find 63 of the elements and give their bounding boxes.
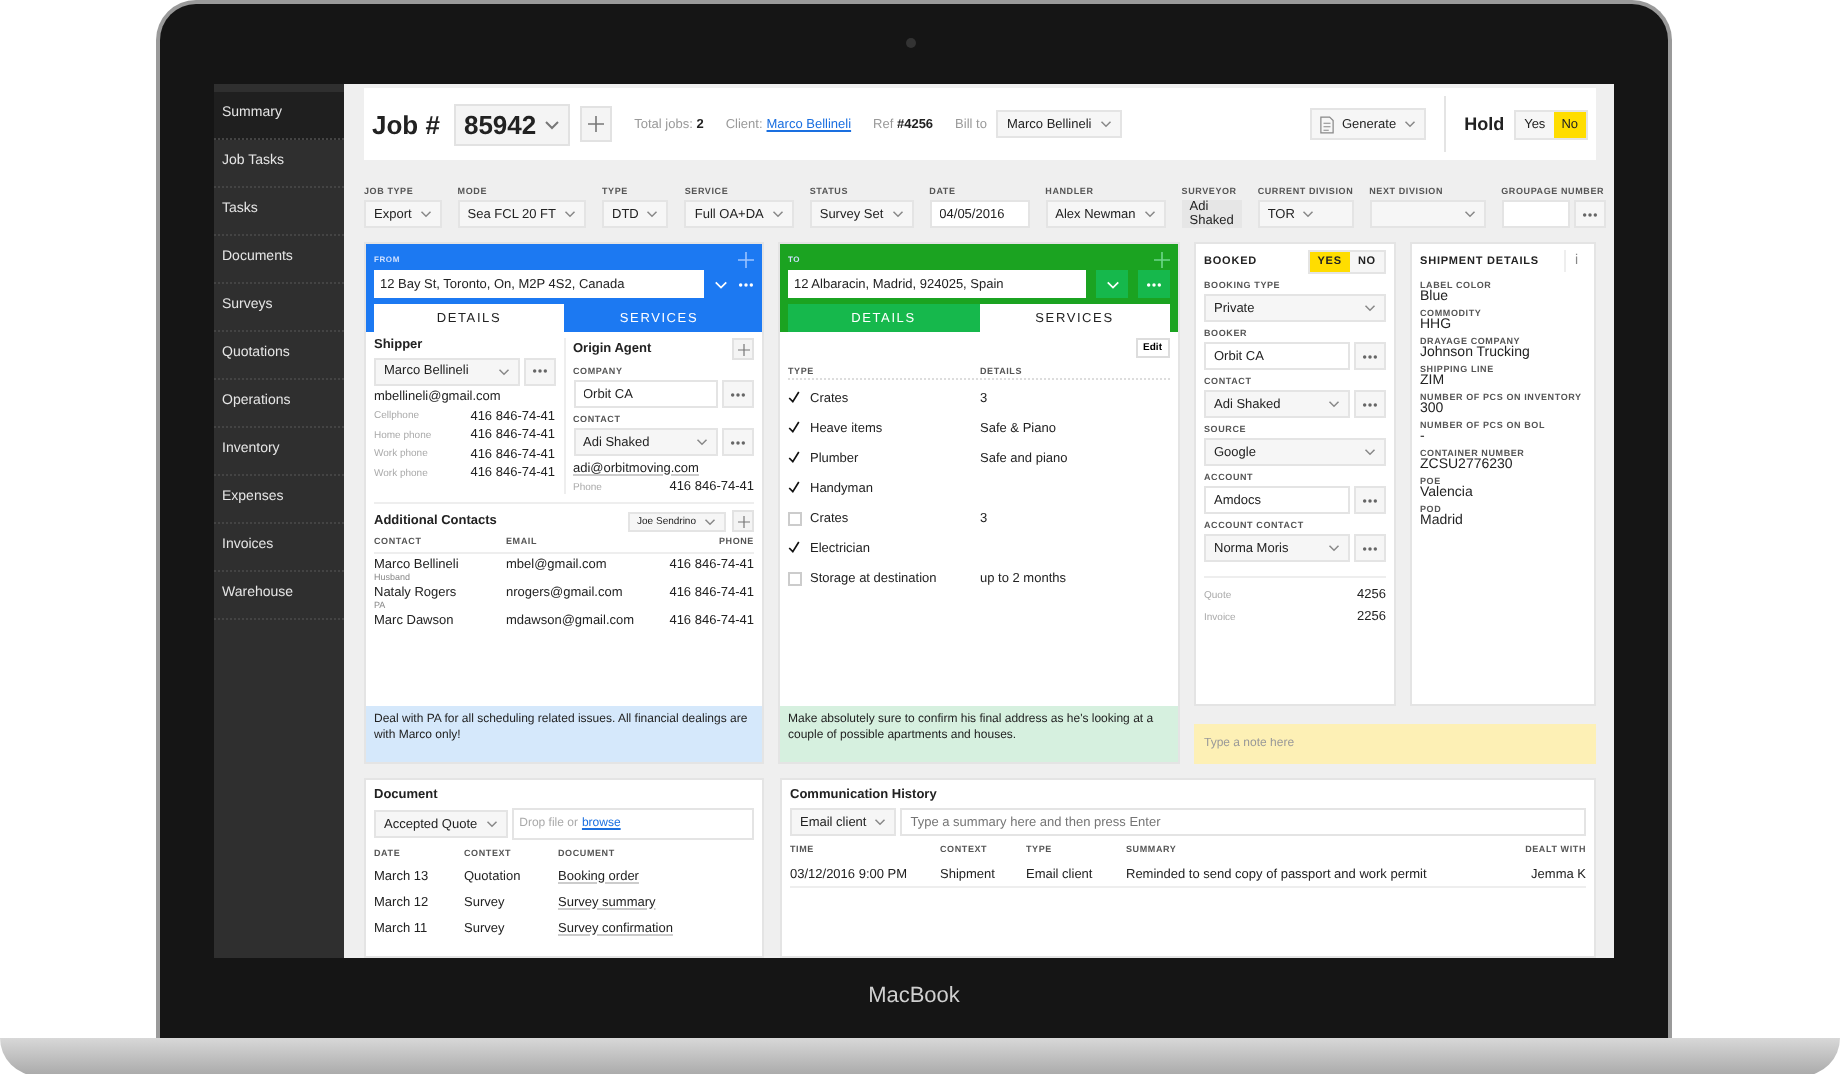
- hold-label: Hold: [1464, 114, 1505, 134]
- caret-icon: [1463, 210, 1476, 218]
- more-button[interactable]: [722, 380, 754, 408]
- more-icon: [1362, 497, 1378, 503]
- caret-icon: [1302, 210, 1315, 218]
- checkbox[interactable]: [788, 391, 802, 405]
- dropdown-button[interactable]: [1096, 270, 1128, 298]
- device-label: MacBook: [868, 984, 960, 1008]
- camera-icon: [906, 38, 916, 48]
- plus-icon: [588, 116, 605, 132]
- more-button[interactable]: [1573, 200, 1606, 228]
- checkbox[interactable]: [788, 451, 802, 465]
- more-icon: [1362, 545, 1378, 551]
- more-button[interactable]: [523, 357, 555, 385]
- caret-icon: [485, 820, 498, 828]
- more-icon: [1362, 353, 1378, 359]
- more-icon: [730, 391, 746, 397]
- caret-icon: [704, 517, 716, 525]
- caret-icon: [1328, 544, 1340, 552]
- caret-icon: [1099, 120, 1112, 128]
- more-button[interactable]: [722, 428, 754, 456]
- more-button[interactable]: [1354, 342, 1386, 370]
- caret-icon: [646, 210, 659, 218]
- field-dropdown[interactable]: [1369, 200, 1486, 228]
- more-button[interactable]: [1354, 390, 1386, 418]
- caret-icon: [1143, 210, 1156, 218]
- more-icon: [730, 439, 746, 445]
- caret-icon: [564, 210, 576, 218]
- add-button[interactable]: [580, 106, 613, 142]
- caret-icon: [1364, 304, 1376, 312]
- more-icon[interactable]: [738, 281, 754, 287]
- caret-icon: [1364, 448, 1376, 456]
- caret-icon: [1404, 120, 1417, 128]
- caret-icon: [497, 367, 509, 375]
- caret-icon: [771, 210, 784, 218]
- more-icon: [1581, 211, 1598, 217]
- caret-icon[interactable]: [714, 279, 728, 289]
- more-icon: [1362, 401, 1378, 407]
- groupage-field[interactable]: [1501, 200, 1570, 228]
- caret-icon: [1328, 400, 1340, 408]
- add-button[interactable]: [732, 510, 754, 532]
- caret-icon: [874, 818, 887, 826]
- caret-icon: [1105, 279, 1119, 289]
- job-label: Job #: [372, 109, 440, 139]
- more-icon: [531, 368, 547, 374]
- checkbox[interactable]: [788, 481, 802, 495]
- job-number-dropdown[interactable]: 85942: [453, 103, 571, 145]
- more-button[interactable]: [1138, 270, 1170, 298]
- more-button[interactable]: [1354, 534, 1386, 562]
- caret-icon: [544, 119, 561, 129]
- plus-icon: [737, 515, 749, 527]
- more-button[interactable]: [1354, 486, 1386, 514]
- plus-icon[interactable]: [1154, 251, 1170, 267]
- document-icon: [1319, 115, 1334, 133]
- plus-icon: [737, 343, 749, 355]
- caret-icon: [891, 210, 904, 218]
- more-icon: [1146, 281, 1162, 287]
- checkbox[interactable]: [788, 421, 802, 435]
- caret-icon: [419, 210, 432, 218]
- plus-icon[interactable]: [738, 251, 754, 267]
- checkbox[interactable]: [788, 541, 802, 555]
- add-button[interactable]: [732, 338, 754, 360]
- caret-icon: [696, 438, 708, 446]
